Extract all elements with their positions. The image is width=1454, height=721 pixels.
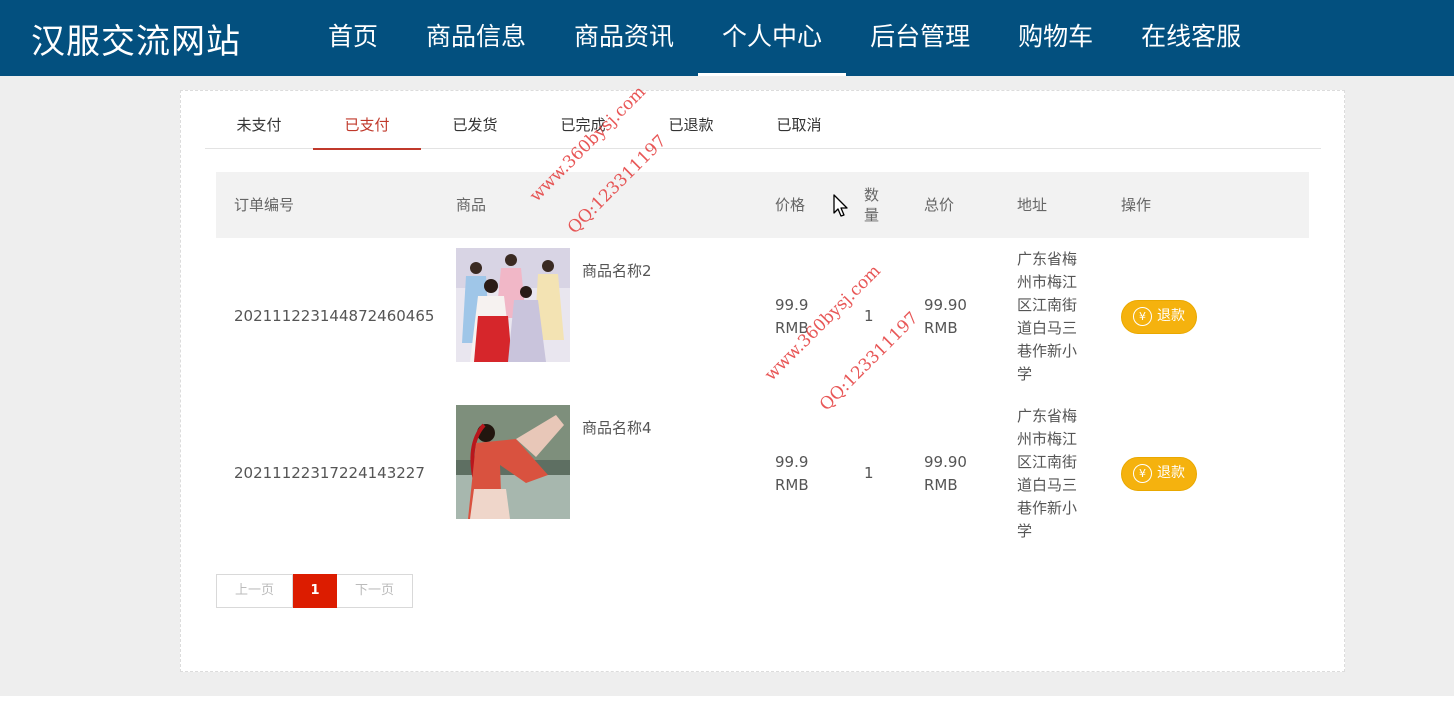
orders-panel: 未支付 已支付 已发货 已完成 已退款 已取消 订单编号 商品 价格 数量 总价… (180, 90, 1345, 672)
table-row: 2021112231722414322​7 商品名称4 (216, 395, 1309, 552)
refund-button[interactable]: ¥ 退款 (1121, 299, 1197, 334)
refund-label: 退款 (1157, 308, 1185, 324)
yen-icon: ¥ (1133, 464, 1152, 483)
order-id: 20211122314487246046​5 (234, 307, 435, 325)
tab-unpaid[interactable]: 未支付 (205, 104, 313, 149)
goods-cell: 商品名称2 (456, 248, 652, 362)
tab-refunded[interactable]: 已退款 (637, 104, 745, 149)
order-status-tabs: 未支付 已支付 已发货 已完成 已退款 已取消 (205, 104, 1321, 150)
address: 广东省梅州市梅江区江南街道白马三巷作新小学 (1017, 406, 1078, 540)
col-price: 价格 (775, 196, 806, 214)
goods-image[interactable] (456, 405, 570, 519)
total-price: 99.90 RMB (924, 452, 967, 494)
tab-paid[interactable]: 已支付 (313, 104, 421, 150)
next-page-button[interactable]: 下一页 (337, 574, 413, 608)
action-cell: ¥ 退款 (1121, 395, 1197, 552)
nav-cart[interactable]: 购物车 (994, 0, 1117, 76)
mouse-cursor-icon (833, 194, 848, 217)
footer-strip (0, 696, 1454, 721)
action-cell: ¥ 退款 (1121, 238, 1197, 395)
nav-news[interactable]: 商品资讯 (550, 0, 698, 76)
price: 99.9 RMB (775, 295, 809, 337)
col-action: 操作 (1121, 196, 1152, 214)
tab-cancelled[interactable]: 已取消 (745, 104, 853, 149)
nav-products[interactable]: 商品信息 (402, 0, 550, 76)
goods-cell: 商品名称4 (456, 405, 652, 519)
goods-name[interactable]: 商品名称2 (582, 260, 652, 362)
total-price: 99.90 RMB (924, 295, 967, 337)
prev-page-button[interactable]: 上一页 (216, 574, 293, 608)
nav-home[interactable]: 首页 (304, 0, 402, 76)
quantity: 1 (864, 307, 874, 325)
main-nav: 首页 商品信息 商品资讯 个人中心 后台管理 购物车 在线客服 (304, 0, 1265, 76)
nav-admin[interactable]: 后台管理 (846, 0, 994, 76)
tab-completed[interactable]: 已完成 (529, 104, 637, 149)
col-order-id: 订单编号 (234, 196, 295, 214)
nav-personal-center[interactable]: 个人中心 (698, 0, 847, 76)
site-title[interactable]: 汉服交流网站 (31, 14, 241, 63)
col-goods: 商品 (456, 196, 487, 214)
refund-label: 退款 (1157, 465, 1185, 481)
quantity: 1 (864, 464, 874, 482)
top-header: 汉服交流网站 首页 商品信息 商品资讯 个人中心 后台管理 购物车 在线客服 (0, 0, 1454, 76)
orders-table: 订单编号 商品 价格 数量 总价 地址 操作 20211122314487246… (216, 172, 1309, 552)
yen-icon: ¥ (1133, 307, 1152, 326)
page-1-button[interactable]: 1 (293, 574, 337, 608)
order-id: 2021112231722414322​7 (234, 464, 425, 482)
col-qty: 数量 (864, 186, 880, 224)
pagination: 上一页 1 下一页 (216, 574, 413, 608)
goods-name[interactable]: 商品名称4 (582, 417, 652, 519)
nav-support[interactable]: 在线客服 (1117, 0, 1265, 76)
refund-button[interactable]: ¥ 退款 (1121, 456, 1197, 491)
table-row: 20211122314487246046​5 (216, 238, 1309, 395)
tab-shipped[interactable]: 已发货 (421, 104, 529, 149)
address: 广东省梅州市梅江区江南街道白马三巷作新小学 (1017, 249, 1078, 383)
goods-image[interactable] (456, 248, 570, 362)
col-address: 地址 (1017, 196, 1048, 214)
col-total: 总价 (924, 196, 955, 214)
table-header: 订单编号 商品 价格 数量 总价 地址 操作 (216, 172, 1309, 238)
price: 99.9 RMB (775, 452, 809, 494)
